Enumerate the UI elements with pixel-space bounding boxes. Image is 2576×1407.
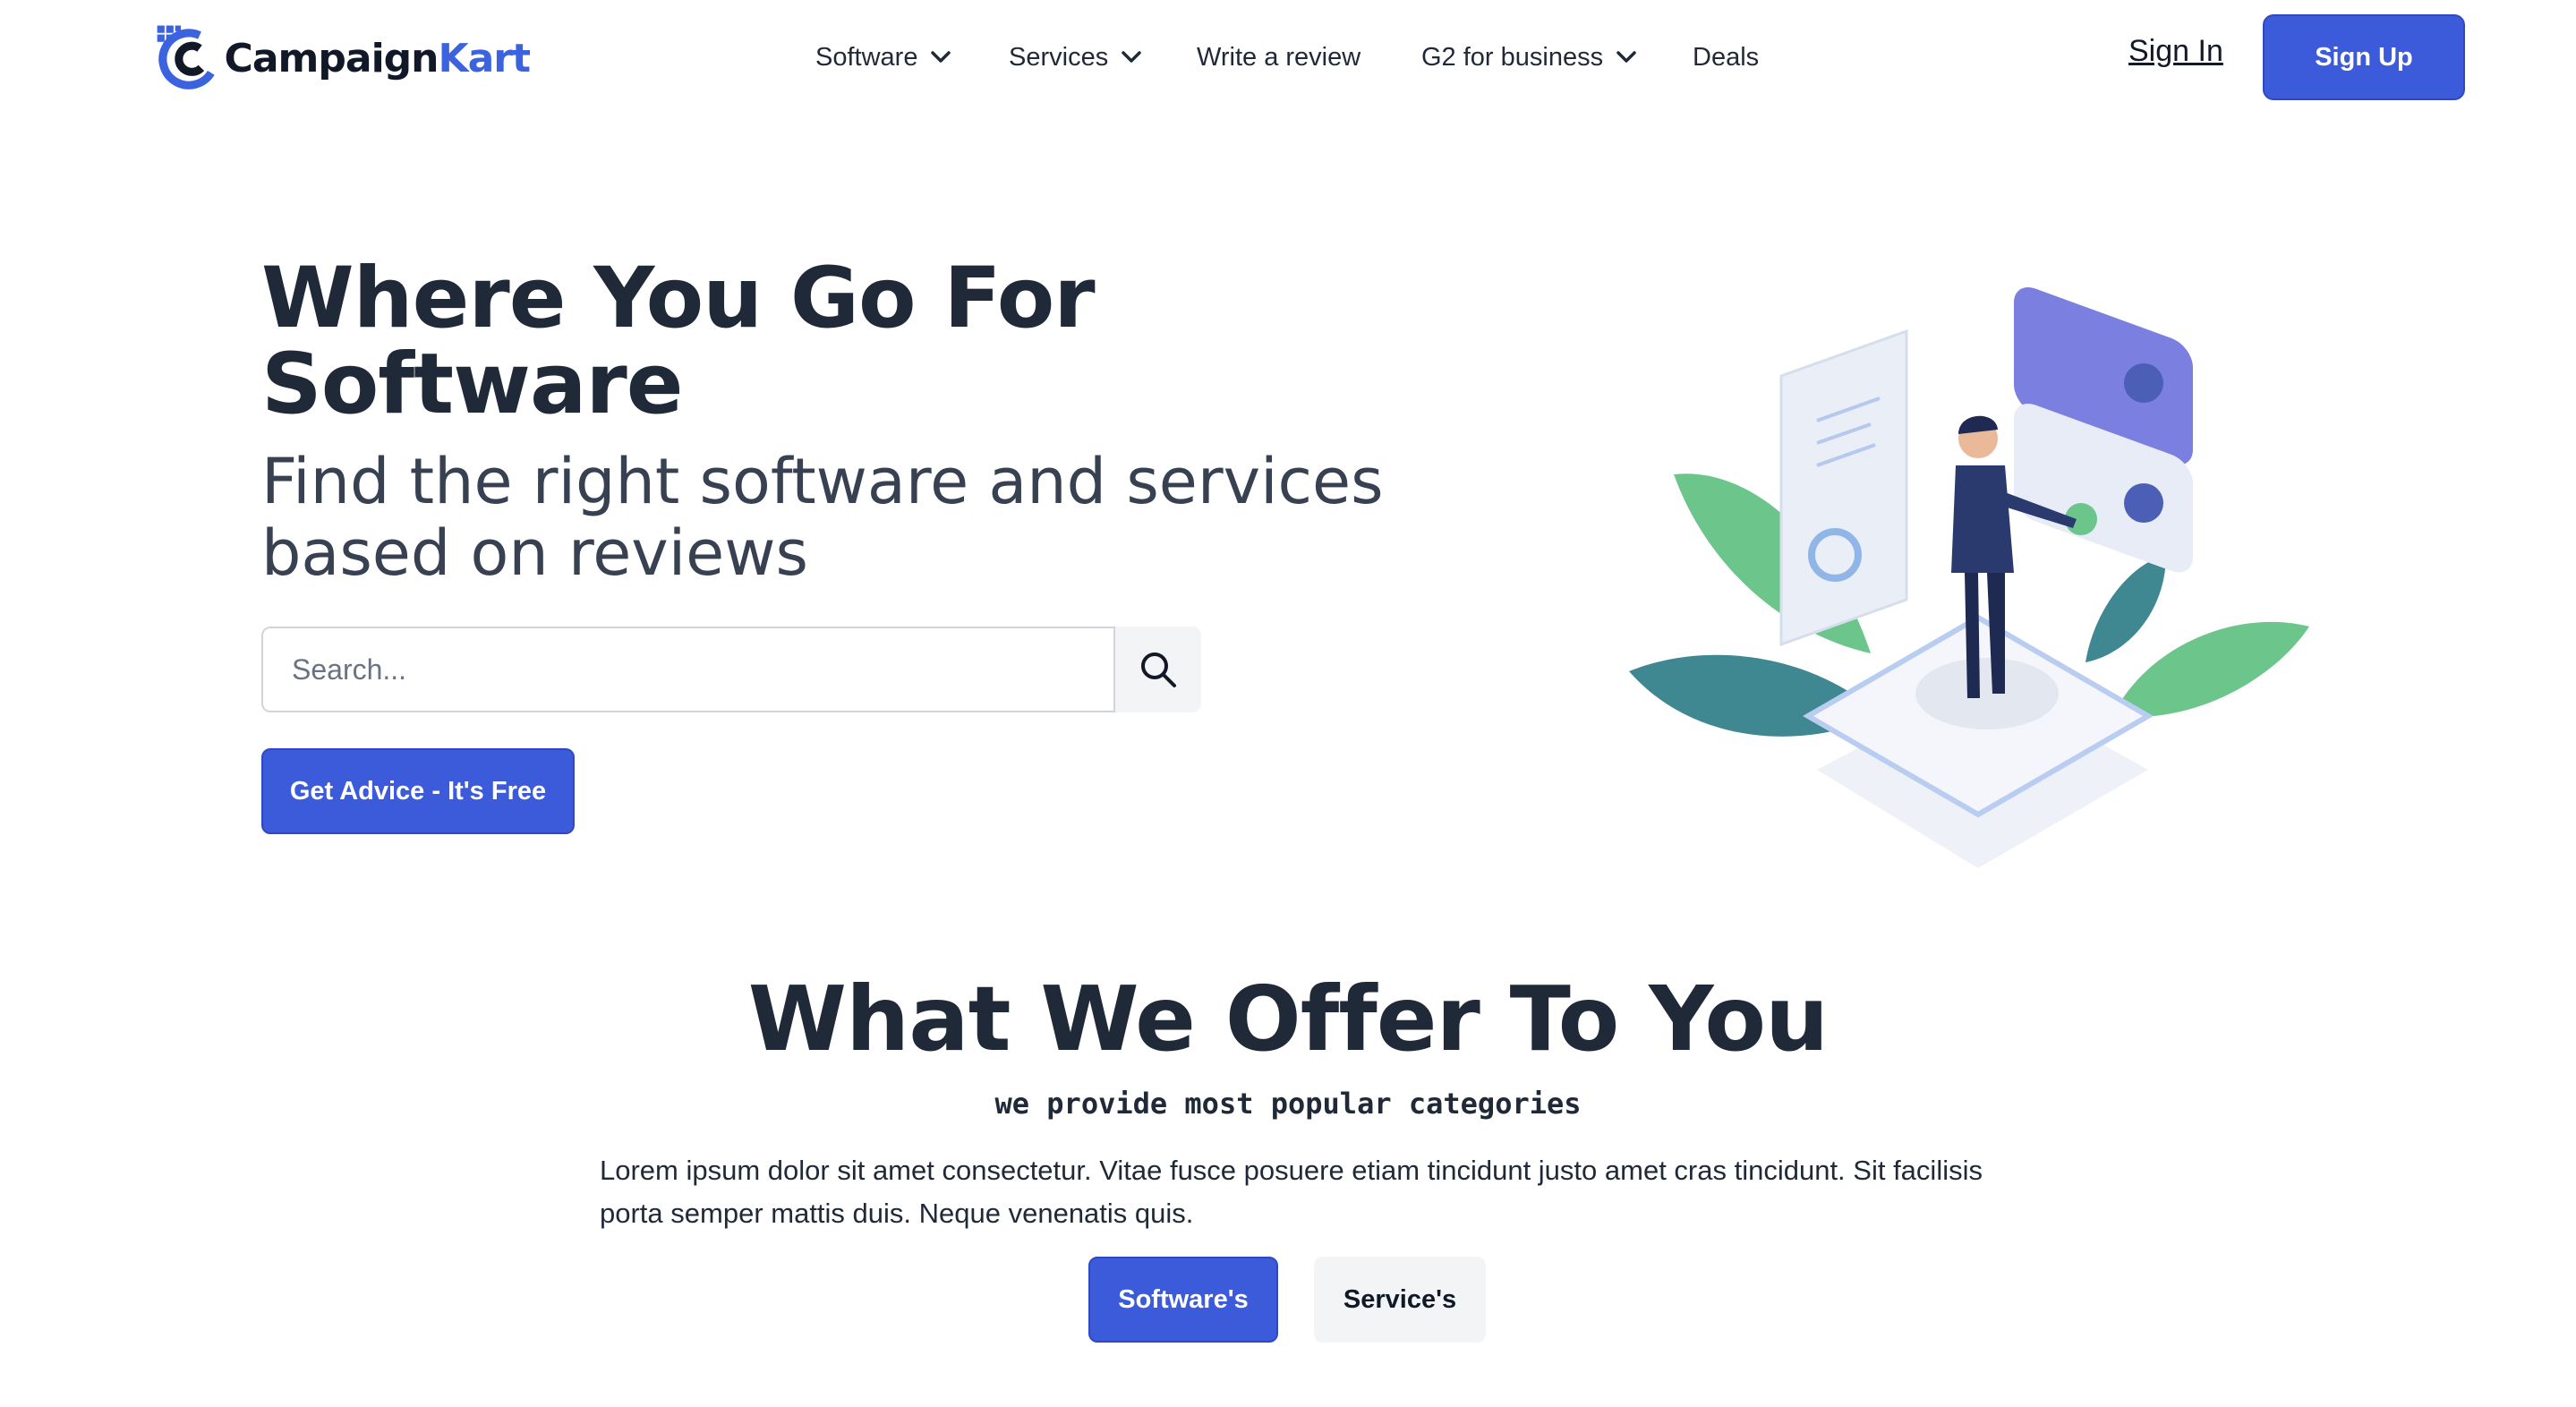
hero-illustration bbox=[1629, 286, 2309, 868]
hero-subtitle: Find the right software and services bas… bbox=[261, 445, 1384, 590]
search-button[interactable] bbox=[1115, 627, 1201, 712]
tab-services[interactable]: Service's bbox=[1314, 1257, 1486, 1343]
logo-icon bbox=[157, 25, 215, 90]
hero-title: Where You Go For Software bbox=[261, 250, 1096, 433]
nav-services[interactable]: Services bbox=[1009, 30, 1142, 84]
nav-g2-business[interactable]: G2 for business bbox=[1421, 30, 1637, 84]
offer-subtitle: we provide most popular categories bbox=[994, 1087, 1582, 1121]
search-input[interactable] bbox=[261, 627, 1115, 712]
nav-software-label: Software bbox=[815, 42, 918, 72]
brand-logo[interactable]: CampaignKart bbox=[154, 20, 531, 97]
search-icon bbox=[1141, 652, 1176, 687]
offer-description: Lorem ipsum dolor sit amet consectetur. … bbox=[600, 1155, 1983, 1229]
search-bar bbox=[261, 627, 1201, 712]
tab-software[interactable]: Software's bbox=[1088, 1257, 1278, 1343]
nav-software[interactable]: Software bbox=[815, 30, 951, 84]
chevron-down-icon bbox=[1616, 51, 1636, 63]
nav-deals-label: Deals bbox=[1693, 42, 1760, 72]
offer-title: What We Offer To You bbox=[747, 967, 1830, 1071]
brand-name: CampaignKart bbox=[224, 35, 531, 81]
chevron-down-icon bbox=[1122, 51, 1141, 63]
nav-write-review-label: Write a review bbox=[1197, 42, 1361, 72]
nav-deals[interactable]: Deals bbox=[1693, 30, 1759, 84]
sign-up-button[interactable]: Sign Up bbox=[2263, 14, 2465, 100]
nav-write-review[interactable]: Write a review bbox=[1197, 30, 1361, 84]
nav-g2-business-label: G2 for business bbox=[1421, 42, 1604, 72]
nav-services-label: Services bbox=[1009, 42, 1109, 72]
chevron-down-icon bbox=[931, 51, 951, 63]
sign-in-link[interactable]: Sign In bbox=[2128, 34, 2223, 69]
get-advice-button[interactable]: Get Advice - It's Free bbox=[261, 748, 575, 834]
